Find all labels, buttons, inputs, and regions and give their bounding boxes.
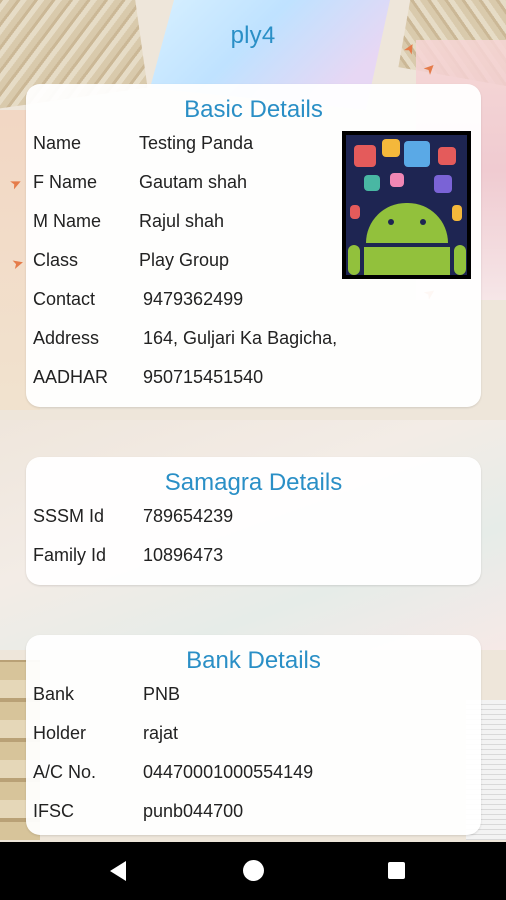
- class-label: Class: [33, 250, 79, 270]
- detail-row-family-id: Family Id 10896473: [26, 536, 481, 575]
- detail-row-ifsc: IFSC punb044700: [26, 792, 481, 831]
- contact-value: 9479362499: [143, 289, 244, 309]
- home-button[interactable]: [213, 842, 293, 900]
- sssm-id-label: SSSM Id: [33, 506, 105, 526]
- bank-details-card: Bank Details Bank PNB Holder rajat A/C N…: [26, 635, 481, 835]
- recents-button[interactable]: [357, 842, 437, 900]
- account-number-label: A/C No.: [33, 762, 97, 782]
- ifsc-label: IFSC: [33, 801, 75, 821]
- address-value: 164, Guljari Ka Bagicha,: [143, 328, 338, 348]
- recents-icon: [388, 862, 405, 879]
- app-title: ply4: [230, 22, 276, 49]
- back-icon: [110, 861, 126, 881]
- detail-row-address: Address 164, Guljari Ka Bagicha,: [26, 319, 481, 358]
- name-label: Name: [33, 133, 82, 153]
- family-id-label: Family Id: [33, 545, 107, 565]
- account-number-value: 04470001000554149: [143, 762, 314, 782]
- samagra-details-card: Samagra Details SSSM Id 789654239 Family…: [26, 457, 481, 585]
- mother-name-label: M Name: [33, 211, 102, 231]
- name-value: Testing Panda: [139, 133, 254, 153]
- bank-label: Bank: [33, 684, 75, 704]
- address-label: Address: [33, 328, 100, 348]
- aadhar-value: 950715451540: [143, 367, 264, 387]
- father-name-value: Gautam shah: [139, 172, 248, 192]
- system-navigation-bar: [0, 842, 506, 900]
- contact-label: Contact: [33, 289, 96, 309]
- detail-row-aadhar: AADHAR 950715451540: [26, 358, 481, 397]
- detail-row-bank: Bank PNB: [26, 675, 481, 714]
- android-icon: [346, 135, 467, 275]
- father-name-label: F Name: [33, 172, 98, 192]
- holder-label: Holder: [33, 723, 87, 743]
- detail-row-contact: Contact 9479362499: [26, 280, 481, 319]
- samagra-details-heading: Samagra Details: [164, 469, 343, 496]
- class-value: Play Group: [139, 250, 230, 270]
- student-photo[interactable]: [342, 131, 471, 279]
- bank-value: PNB: [143, 684, 181, 704]
- detail-row-account-number: A/C No. 04470001000554149: [26, 753, 481, 792]
- home-icon: [243, 860, 264, 881]
- aadhar-label: AADHAR: [33, 367, 109, 387]
- holder-value: rajat: [143, 723, 179, 743]
- sssm-id-value: 789654239: [143, 506, 234, 526]
- back-button[interactable]: [80, 842, 160, 900]
- basic-details-heading: Basic Details: [184, 96, 323, 123]
- family-id-value: 10896473: [143, 545, 224, 565]
- ifsc-value: punb044700: [143, 801, 244, 821]
- basic-details-card: Basic Details Name Testing Panda F Name …: [26, 84, 481, 407]
- mother-name-value: Rajul shah: [139, 211, 225, 231]
- bank-details-heading: Bank Details: [186, 647, 321, 674]
- detail-row-holder: Holder rajat: [26, 714, 481, 753]
- detail-row-sssm-id: SSSM Id 789654239: [26, 497, 481, 536]
